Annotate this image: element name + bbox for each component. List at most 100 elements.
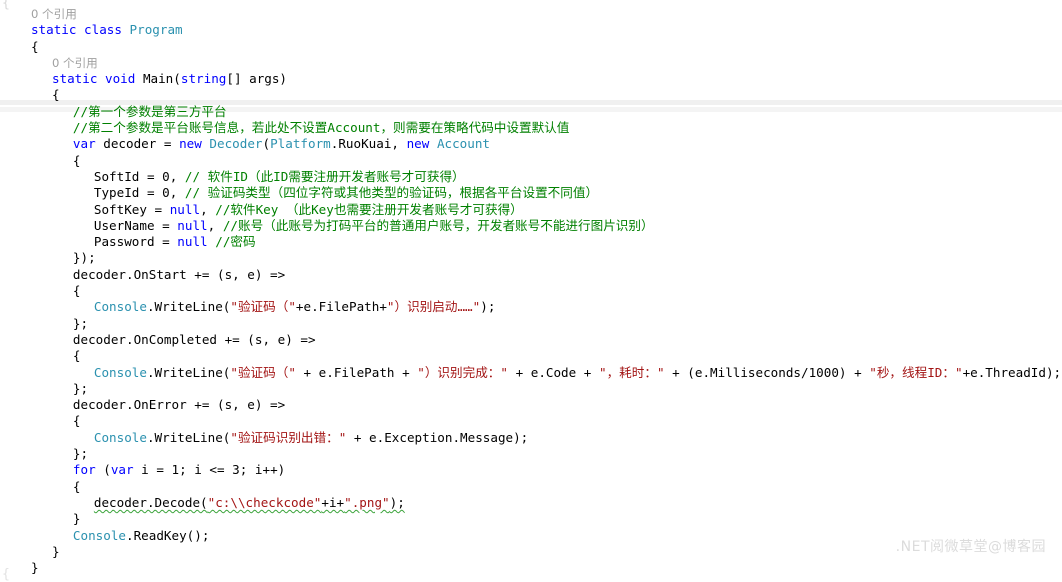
code-token: Console	[93, 364, 147, 380]
code-token: for	[72, 462, 96, 478]
code-token: }	[51, 543, 60, 559]
code-token: .WriteLine(	[146, 364, 231, 380]
code-token: {	[72, 413, 81, 429]
code-line-span: {	[73, 283, 81, 298]
code-line[interactable]: {	[0, 39, 1062, 55]
code-editor-surface[interactable]: { 0 个引用 static class Program{0 个引用 static …	[0, 0, 1062, 582]
code-line[interactable]: {	[0, 153, 1062, 169]
code-line[interactable]: var decoder = new Decoder(Platform.RuoKu…	[0, 136, 1062, 152]
codelens-reference-label[interactable]: 0 个引用	[31, 7, 77, 21]
code-token: +e.FilePath+	[295, 299, 387, 315]
code-lines-container[interactable]: 0 个引用 static class Program{0 个引用 static vo…	[0, 6, 1062, 576]
code-line[interactable]: decoder.OnError += (s, e) =>	[0, 397, 1062, 413]
code-token: ,	[207, 217, 223, 233]
code-token: "，耗时："	[598, 364, 665, 380]
code-token: SoftKey =	[93, 201, 170, 217]
code-line[interactable]: 0 个引用	[0, 6, 1062, 22]
code-line[interactable]: 0 个引用	[0, 55, 1062, 71]
code-line-span: {	[73, 479, 81, 494]
code-line-span: {	[73, 153, 81, 168]
code-token: static void	[51, 71, 143, 87]
code-line-span: }	[73, 511, 81, 526]
code-line[interactable]: {	[0, 283, 1062, 299]
code-token: Main(	[142, 71, 181, 87]
code-line[interactable]: };	[0, 381, 1062, 397]
code-token: decoder.OnCompleted += (s, e) =>	[72, 331, 316, 347]
code-line-span: TypeId = 0, // 验证码类型（四位字符或其他类型的验证码，根据各平台…	[94, 185, 598, 200]
code-line[interactable]: static class Program	[0, 22, 1062, 38]
code-line[interactable]: //第二个参数是平台账号信息，若此处不设置Account，则需要在策略代码中设置…	[0, 120, 1062, 136]
code-line[interactable]: static void Main(string[] args)	[0, 71, 1062, 87]
code-line-span: };	[73, 316, 88, 331]
code-token: };	[72, 315, 89, 331]
code-line[interactable]: }	[0, 511, 1062, 527]
code-token: +i+	[321, 494, 345, 510]
code-token: [] args)	[226, 71, 288, 87]
code-token: {	[72, 478, 81, 494]
code-token: //第二个参数是平台账号信息，若此处不设置Account，则需要在策略代码中设置…	[72, 120, 570, 136]
code-token: "验证码（"	[230, 299, 296, 315]
code-line[interactable]: SoftId = 0, // 软件ID（此ID需要注册开发者账号才可获得）	[0, 169, 1062, 185]
code-token: "c:\\checkcode"	[207, 494, 322, 510]
code-line-span: Console.WriteLine("验证码（"+e.FilePath+"）识别…	[94, 299, 496, 314]
code-line-span: Console.WriteLine("验证码识别出错：" + e.Excepti…	[94, 430, 528, 445]
code-line[interactable]: };	[0, 446, 1062, 462]
code-line-span: var decoder = new Decoder(Platform.RuoKu…	[73, 136, 490, 151]
code-token: {	[72, 283, 81, 299]
code-line[interactable]: {	[0, 87, 1062, 103]
code-token: null	[177, 217, 208, 233]
code-token: + e.Code +	[507, 364, 599, 380]
code-token: );	[389, 494, 405, 510]
code-line[interactable]: Console.WriteLine("验证码（" + e.FilePath + …	[0, 365, 1062, 381]
code-token: var	[110, 462, 134, 478]
code-line[interactable]: //第一个参数是第三方平台	[0, 104, 1062, 120]
code-line[interactable]: UserName = null, //账号（此账号为打码平台的普通用户账号，开发…	[0, 218, 1062, 234]
code-line[interactable]: for (var i = 1; i <= 3; i++)	[0, 462, 1062, 478]
code-line[interactable]: decoder.Decode("c:\\checkcode"+i+".png")…	[0, 495, 1062, 511]
code-token: // 软件ID（此ID需要注册开发者账号才可获得）	[184, 168, 465, 184]
code-token: new	[179, 136, 202, 152]
code-token: decoder.OnStart += (s, e) =>	[72, 266, 286, 282]
codelens-reference-label[interactable]: 0 个引用	[52, 56, 98, 70]
code-line[interactable]: Password = null //密码	[0, 234, 1062, 250]
code-token: new	[406, 136, 430, 152]
code-token: Program	[129, 22, 183, 38]
code-token: static class	[30, 22, 130, 38]
code-token: (	[262, 136, 271, 152]
code-line[interactable]: Console.WriteLine("验证码（"+e.FilePath+"）识别…	[0, 299, 1062, 315]
code-token: (	[95, 462, 111, 478]
code-token: .WriteLine(	[146, 429, 231, 445]
code-token: Account	[436, 136, 491, 152]
code-line-span: static class Program	[31, 22, 183, 37]
code-token: };	[72, 380, 89, 396]
code-token: }	[72, 511, 81, 527]
code-line[interactable]: {	[0, 413, 1062, 429]
code-token: {	[51, 87, 60, 103]
code-token: // 验证码类型（四位字符或其他类型的验证码，根据各平台设置不同值）	[184, 185, 599, 201]
code-line[interactable]: };	[0, 316, 1062, 332]
code-line-span: Console.ReadKey();	[73, 528, 209, 543]
code-line-span: for (var i = 1; i <= 3; i++)	[73, 462, 285, 477]
code-line[interactable]: decoder.OnCompleted += (s, e) =>	[0, 332, 1062, 348]
code-line[interactable]: {	[0, 479, 1062, 495]
code-token: decoder.OnError += (s, e) =>	[72, 397, 286, 413]
code-line-span: {	[31, 39, 39, 54]
code-token: {	[30, 38, 39, 54]
code-token: string	[180, 71, 227, 87]
code-line[interactable]: SoftKey = null, //软件Key （此Key也需要注册开发者账号才…	[0, 202, 1062, 218]
code-line-span: Console.WriteLine("验证码（" + e.FilePath + …	[94, 365, 1061, 380]
code-line[interactable]: Console.WriteLine("验证码识别出错：" + e.Excepti…	[0, 430, 1062, 446]
code-token: "秒，线程ID："	[869, 364, 963, 380]
code-line-span: Password = null //密码	[94, 234, 256, 249]
code-token: Console	[93, 299, 147, 315]
code-line[interactable]: decoder.OnStart += (s, e) =>	[0, 267, 1062, 283]
code-line[interactable]: TypeId = 0, // 验证码类型（四位字符或其他类型的验证码，根据各平台…	[0, 185, 1062, 201]
code-token: .RuoKuai,	[330, 136, 407, 152]
code-token: null	[169, 201, 201, 217]
code-line[interactable]: {	[0, 348, 1062, 364]
code-line[interactable]: }	[0, 560, 1062, 576]
code-token: ".png"	[344, 494, 390, 510]
code-token: {	[72, 152, 81, 168]
code-line[interactable]: });	[0, 250, 1062, 266]
code-line-span: 0 个引用	[31, 6, 77, 21]
